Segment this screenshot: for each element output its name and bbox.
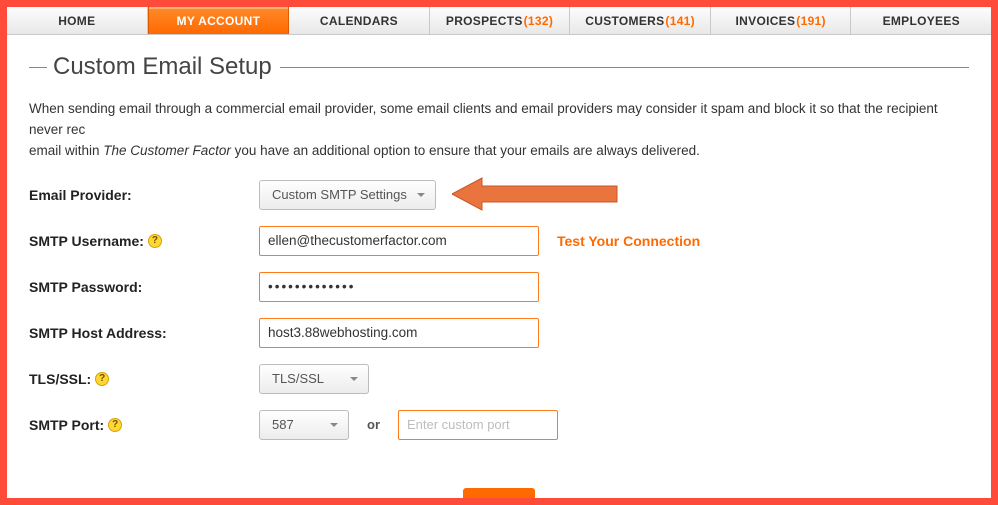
nav-calendars[interactable]: CALENDARS <box>289 7 430 34</box>
intro-brand: The Customer Factor <box>103 143 231 158</box>
label-provider: Email Provider: <box>29 187 259 203</box>
smtp-host-input[interactable] <box>259 318 539 348</box>
help-icon[interactable]: ? <box>95 372 109 386</box>
label-host: SMTP Host Address: <box>29 325 259 341</box>
nav-invoices[interactable]: INVOICES(191) <box>711 7 852 34</box>
label-tls: TLS/SSL: ? <box>29 371 259 387</box>
nav-prospects[interactable]: PROSPECTS(132) <box>430 7 571 34</box>
nav-my-account[interactable]: MY ACCOUNT <box>148 7 290 34</box>
test-connection-link[interactable]: Test Your Connection <box>557 233 700 249</box>
intro-line1: When sending email through a commercial … <box>29 101 938 137</box>
port-select[interactable]: 587 <box>259 410 349 440</box>
title-underline <box>280 67 969 68</box>
nav-label: CUSTOMERS <box>585 14 664 28</box>
nav-label: MY ACCOUNT <box>177 14 261 28</box>
page-title-row: Custom Email Setup <box>29 53 969 81</box>
help-icon[interactable]: ? <box>148 234 162 248</box>
provider-select[interactable]: Custom SMTP Settings <box>259 180 436 210</box>
help-icon[interactable]: ? <box>108 418 122 432</box>
intro-line2b: you have an additional option to ensure … <box>231 143 700 158</box>
nav-employees[interactable]: EMPLOYEES <box>851 7 991 34</box>
nav-count: (132) <box>524 14 554 28</box>
label-username: SMTP Username: ? <box>29 233 259 249</box>
save-button[interactable]: Save <box>463 488 534 499</box>
title-dash-icon <box>29 67 47 68</box>
nav-label: PROSPECTS <box>446 14 523 28</box>
custom-port-input[interactable] <box>398 410 558 440</box>
tls-selected: TLS/SSL <box>272 371 324 386</box>
nav-customers[interactable]: CUSTOMERS(141) <box>570 7 711 34</box>
page-title: Custom Email Setup <box>53 53 272 81</box>
smtp-form: Email Provider: Custom SMTP Settings SMT… <box>29 180 969 440</box>
nav-label: CALENDARS <box>320 14 398 28</box>
port-selected: 587 <box>272 417 294 432</box>
smtp-username-input[interactable] <box>259 226 539 256</box>
port-or-text: or <box>367 417 380 432</box>
label-password: SMTP Password: <box>29 279 259 295</box>
nav-label: INVOICES <box>736 14 796 28</box>
nav-count: (191) <box>796 14 826 28</box>
smtp-password-input[interactable] <box>259 272 539 302</box>
label-port: SMTP Port: ? <box>29 417 259 433</box>
provider-selected: Custom SMTP Settings <box>272 187 407 202</box>
nav-count: (141) <box>665 14 695 28</box>
top-nav: HOME MY ACCOUNT CALENDARS PROSPECTS(132)… <box>7 7 991 35</box>
intro-line2a: email within <box>29 143 103 158</box>
nav-home[interactable]: HOME <box>7 7 148 34</box>
intro-text: When sending email through a commercial … <box>29 99 969 162</box>
nav-label: EMPLOYEES <box>883 14 960 28</box>
content-area: Custom Email Setup When sending email th… <box>7 35 991 499</box>
tls-select[interactable]: TLS/SSL <box>259 364 369 394</box>
nav-label: HOME <box>58 14 95 28</box>
